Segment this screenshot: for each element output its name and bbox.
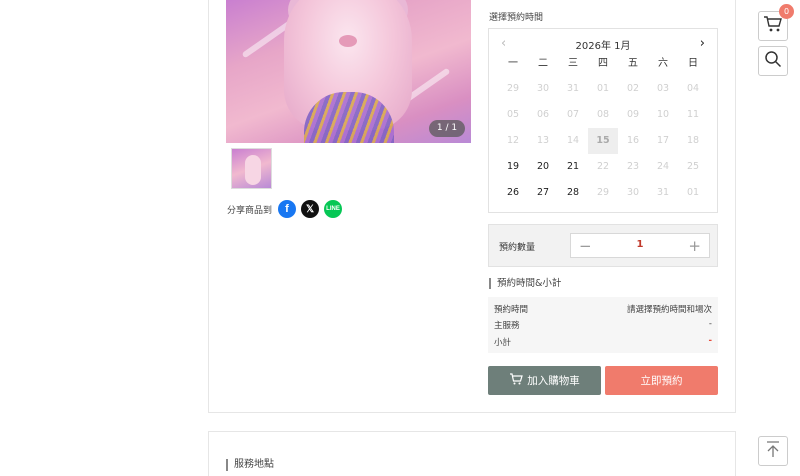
subtotal-row: 預約時間 請選擇預約時間和場次 xyxy=(494,303,712,315)
quantity-label: 預約數量 xyxy=(499,243,536,253)
facebook-icon[interactable]: f xyxy=(278,200,297,218)
x-icon[interactable]: 𝕏 xyxy=(301,200,320,218)
weekday-label: 四 xyxy=(598,58,608,69)
calendar-day: 16 xyxy=(626,135,640,146)
plus-icon[interactable]: + xyxy=(688,236,701,256)
calendar-day: 02 xyxy=(626,83,640,94)
calendar-day: 15 xyxy=(588,128,618,154)
chevron-right-icon[interactable]: › xyxy=(700,37,705,51)
weekday-label: 一 xyxy=(508,58,518,69)
calendar-day: 01 xyxy=(686,187,700,198)
calendar-day: 29 xyxy=(596,187,610,198)
subtotal-box: 預約時間 請選擇預約時間和場次 主服務 - 小計 - xyxy=(488,297,718,353)
add-to-cart-button[interactable]: 加入購物車 xyxy=(488,366,601,395)
subtotal-row-value: - xyxy=(708,336,712,346)
calendar-day[interactable]: 27 xyxy=(528,180,558,206)
calendar-day: 03 xyxy=(656,83,670,94)
calendar-day: 01 xyxy=(596,83,610,94)
calendar-day: 10 xyxy=(656,109,670,120)
calendar-section-label: 選擇預約時間 xyxy=(489,13,544,23)
calendar-day: 18 xyxy=(686,135,700,146)
calendar-day: 31 xyxy=(656,187,670,198)
image-counter: 1 / 1 xyxy=(429,120,465,137)
calendar-month-label: 2026年 1月 xyxy=(575,41,631,52)
book-now-label: 立即預約 xyxy=(640,375,683,387)
calendar-day: 07 xyxy=(566,109,580,120)
calendar-day: 24 xyxy=(656,161,670,172)
calendar-day: 17 xyxy=(656,135,670,146)
calendar-day[interactable]: 21 xyxy=(558,154,588,180)
calendar-day[interactable]: 19 xyxy=(498,154,528,180)
booking-calendar: ‹ 2026年 1月 › 一二三四五六日 29 30 31 01 02 03 04 05 06 07… xyxy=(488,28,718,213)
subtotal-row-value: - xyxy=(708,319,712,329)
cart-icon xyxy=(509,373,524,388)
calendar-day[interactable]: 20 xyxy=(528,154,558,180)
subtotal-row: 小計 - xyxy=(494,336,712,348)
subtotal-row-value: 請選擇預約時間和場次 xyxy=(626,305,712,315)
calendar-day: 09 xyxy=(626,109,640,120)
floating-search-button[interactable] xyxy=(758,46,788,76)
calendar-day: 13 xyxy=(536,135,550,146)
weekday-label: 三 xyxy=(568,58,578,69)
cart-count-badge: 0 xyxy=(779,4,794,19)
back-to-top-button[interactable] xyxy=(758,436,788,466)
calendar-day: 12 xyxy=(506,135,520,146)
quantity-box: 預約數量 − 1 + xyxy=(488,224,718,267)
share-label: 分享商品到 xyxy=(227,205,273,216)
subtotal-row: 主服務 - xyxy=(494,319,712,331)
calendar-day[interactable]: 28 xyxy=(558,180,588,206)
service-location-card xyxy=(208,431,736,476)
calendar-day[interactable]: 26 xyxy=(498,180,528,206)
add-to-cart-label: 加入購物車 xyxy=(527,375,580,387)
book-now-button[interactable]: 立即預約 xyxy=(605,366,718,395)
search-icon xyxy=(764,50,782,72)
quantity-stepper[interactable]: − 1 + xyxy=(570,233,710,258)
cart-icon xyxy=(763,15,783,37)
calendar-day: 23 xyxy=(626,161,640,172)
calendar-day: 30 xyxy=(536,83,550,94)
arrow-up-icon xyxy=(765,440,781,462)
calendar-day: 06 xyxy=(536,109,550,120)
calendar-day: 11 xyxy=(686,109,700,120)
subtotal-title: 預約時間&小計 xyxy=(489,278,561,289)
calendar-day: 29 xyxy=(506,83,520,94)
weekday-label: 五 xyxy=(628,58,638,69)
calendar-day: 04 xyxy=(686,83,700,94)
product-thumbnail[interactable] xyxy=(231,148,272,189)
calendar-day: 25 xyxy=(686,161,700,172)
calendar-day: 22 xyxy=(596,161,610,172)
line-icon[interactable]: LINE xyxy=(324,200,343,218)
weekday-label: 二 xyxy=(538,58,548,69)
calendar-grid: 一 二 三 四 五 六 日 29 30 31 01 02 03 04 05 06 07 08 09 10 11 12 13 1… xyxy=(498,56,708,206)
thumbnail-figure xyxy=(245,155,261,185)
calendar-day: 31 xyxy=(566,83,580,94)
calendar-day: 05 xyxy=(506,109,520,120)
service-location-title: 服務地點 xyxy=(226,459,274,471)
figure-nose xyxy=(339,35,357,47)
weekday-label: 日 xyxy=(688,58,698,69)
calendar-day: 08 xyxy=(596,109,610,120)
calendar-day: 30 xyxy=(626,187,640,198)
share-bar: 分享商品到 f 𝕏 LINE xyxy=(227,200,347,218)
weekday-label: 六 xyxy=(658,58,668,69)
subtotal-row-label: 預約時間 xyxy=(494,305,529,315)
subtotal-row-label: 小計 xyxy=(494,338,512,348)
calendar-day: 14 xyxy=(566,135,580,146)
subtotal-row-label: 主服務 xyxy=(494,321,520,331)
